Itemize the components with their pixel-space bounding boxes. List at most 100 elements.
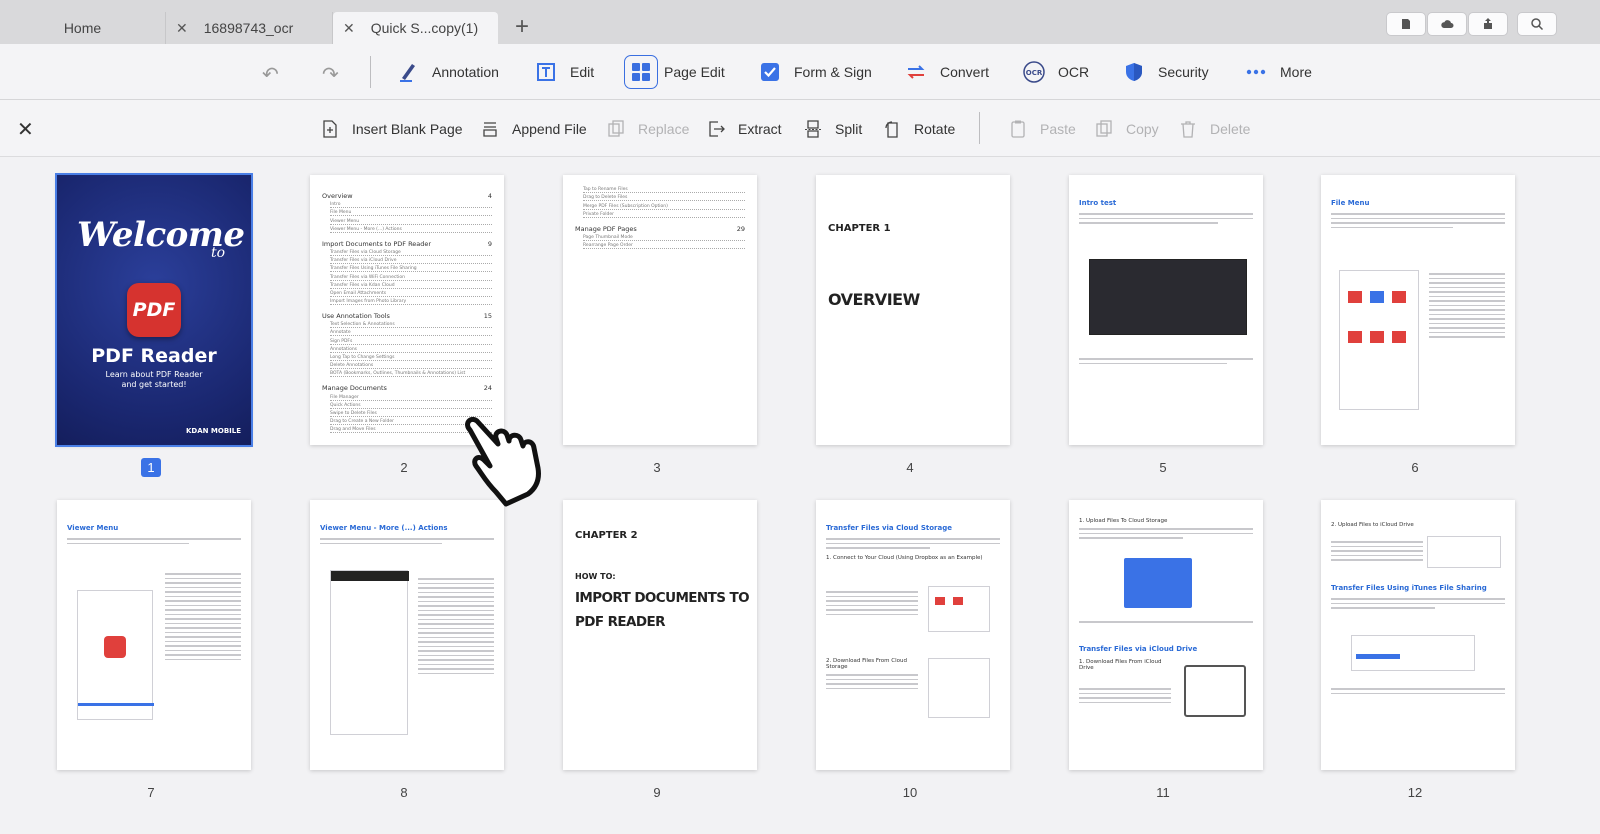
page-thumbnail[interactable]: File Menu (1321, 175, 1515, 445)
screenshot-image (77, 590, 154, 720)
page-number: 11 (1156, 785, 1170, 800)
share-icon (1484, 18, 1492, 29)
ocr-button[interactable]: OCR OCR (1022, 44, 1089, 100)
page-thumbnail[interactable]: 2. Upload Files to iCloud Drive Transfer… (1321, 500, 1515, 770)
form-sign-label: Form & Sign (794, 64, 872, 80)
append-file-button[interactable]: Append File (480, 100, 587, 157)
page-thumbnail[interactable]: Welcome to PDF PDF Reader Learn about PD… (55, 173, 253, 447)
toc-heading: Import Documents to PDF Reader 9 (322, 239, 492, 248)
toc-entry: Import Images from Photo Library (330, 299, 492, 306)
chapter-title-line-2: PDF READER (575, 614, 666, 630)
security-button[interactable]: Security (1122, 44, 1209, 100)
close-tab-icon[interactable]: ✕ (343, 20, 355, 37)
tab-home[interactable]: Home (0, 12, 166, 44)
replace-button[interactable]: Replace (606, 100, 689, 157)
ocr-icon: OCR (1022, 60, 1046, 84)
extract-button[interactable]: Extract (706, 100, 782, 157)
more-button[interactable]: More (1244, 44, 1312, 100)
insert-blank-page-button[interactable]: Insert Blank Page (320, 100, 463, 157)
chapter-label: CHAPTER 1 (828, 223, 891, 234)
annotation-button[interactable]: Annotation (396, 44, 499, 100)
toc-entry: Delete Annotations (330, 363, 492, 370)
close-tab-icon[interactable]: ✕ (176, 20, 188, 37)
toc-entry: Transfer Files via Kdan Cloud (330, 283, 492, 289)
split-icon (805, 119, 821, 138)
toc-entry: Viewer Menu (330, 219, 492, 225)
extract-label: Extract (738, 120, 782, 137)
page-heading: Transfer Files Using iTunes File Sharing (1331, 584, 1487, 592)
edit-label: Edit (570, 64, 595, 80)
replace-icon (608, 119, 624, 137)
rotate-label: Rotate (914, 120, 956, 137)
delete-label: Delete (1210, 120, 1251, 137)
close-icon[interactable]: ✕ (17, 117, 34, 142)
page-number: 10 (902, 785, 918, 800)
cloud-button[interactable] (1427, 12, 1467, 36)
toc-entry: Transfer Files via iCloud Drive (330, 258, 492, 265)
more-label: More (1280, 64, 1312, 80)
page-thumbnail[interactable]: 1. Upload Files To Cloud Storage Transfe… (1069, 500, 1263, 770)
copy-label: Copy (1126, 120, 1159, 137)
hand-pointer-cursor (465, 416, 541, 507)
paste-label: Paste (1040, 120, 1076, 137)
page-number: 7 (147, 785, 155, 800)
extract-icon (709, 120, 725, 137)
convert-button[interactable]: Convert (904, 44, 989, 100)
chapter-title: OVERVIEW (828, 290, 920, 309)
table-of-contents: Overview 4 Intro File Menu Viewer Menu Viewer… (310, 175, 504, 434)
page-thumbnail[interactable]: Overview 4 Intro File Menu Viewer Menu Viewer… (310, 175, 504, 445)
split-button[interactable]: Split (803, 100, 862, 157)
paste-button[interactable]: Paste (1008, 100, 1076, 157)
grid-icon (624, 55, 658, 89)
new-tab-icon[interactable]: + (515, 14, 529, 40)
page-number: 5 (1159, 460, 1167, 475)
form-sign-button[interactable]: Form & Sign (758, 44, 872, 100)
page-thumbnail[interactable]: Viewer Menu - More (...) Actions (310, 500, 504, 770)
tab-label: 16898743_ocr (203, 20, 294, 36)
page-number: 8 (400, 785, 408, 800)
share-button[interactable] (1468, 12, 1508, 36)
page-number: 1 (54, 458, 248, 477)
tab-document-active[interactable]: ✕ Quick S...copy(1) (333, 12, 498, 44)
toc-entry: Tap to Rename Files (583, 187, 745, 194)
toc-heading: Overview 4 (322, 192, 492, 200)
page-thumbnail[interactable]: CHAPTER 2 HOW TO: IMPORT DOCUMENTS TO PD… (563, 500, 757, 770)
tab-document-1[interactable]: ✕ 16898743_ocr (166, 12, 333, 44)
toc-entry: Annotate (330, 330, 492, 337)
section-heading: 1. Connect to Your Cloud (Using Dropbox … (826, 554, 983, 561)
security-label: Security (1158, 64, 1209, 80)
toolbar-divider (370, 56, 371, 88)
cover-subtitle: Learn about PDF Reader and get started! (105, 370, 203, 389)
toc-entry: Open Email Attachments (330, 291, 492, 297)
toc-entry: Transfer Files Using iTunes File Sharing (330, 266, 492, 273)
append-file-icon (483, 121, 497, 137)
toc-entry: Transfer Files via Cloud Storage (330, 250, 492, 256)
page-edit-toolbar: ✕ Insert Blank Page Append File Replace … (0, 100, 1600, 157)
rotate-button[interactable]: Rotate (882, 100, 955, 157)
page-thumbnail[interactable]: Viewer Menu (57, 500, 251, 770)
redo-icon[interactable]: ↷ (322, 62, 339, 87)
page-thumbnail-grid: Welcome to PDF PDF Reader Learn about PD… (0, 157, 1600, 834)
page-thumbnail[interactable]: Tap to Rename Files Drag to Delete Files M… (563, 175, 757, 445)
screenshot-image (1184, 665, 1246, 717)
edit-button[interactable]: Edit (534, 44, 594, 100)
page-edit-button[interactable]: Page Edit (624, 44, 725, 100)
section-heading: 1. Upload Files To Cloud Storage (1079, 518, 1168, 524)
toc-entry: BOTA (Bookmarks, Outlines, Thumbnails & … (330, 371, 492, 378)
document-icon (1402, 19, 1410, 29)
screenshot-image (928, 586, 990, 632)
page-number: 4 (906, 460, 914, 475)
page-thumbnail[interactable]: Transfer Files via Cloud Storage 1. Conn… (816, 500, 1010, 770)
cover-title: PDF Reader (91, 345, 217, 367)
delete-button[interactable]: Delete (1178, 100, 1250, 157)
text-edit-icon (534, 60, 558, 84)
annotation-label: Annotation (432, 64, 499, 80)
undo-icon[interactable]: ↶ (262, 62, 279, 87)
copy-button[interactable]: Copy (1094, 100, 1159, 157)
page-thumbnail[interactable]: Intro test (1069, 175, 1263, 445)
toolbar-divider (979, 112, 980, 144)
document-button[interactable] (1386, 12, 1426, 36)
search-button[interactable] (1517, 12, 1557, 36)
page-thumbnail[interactable]: CHAPTER 1 OVERVIEW (816, 175, 1010, 445)
copy-icon (1096, 119, 1112, 137)
